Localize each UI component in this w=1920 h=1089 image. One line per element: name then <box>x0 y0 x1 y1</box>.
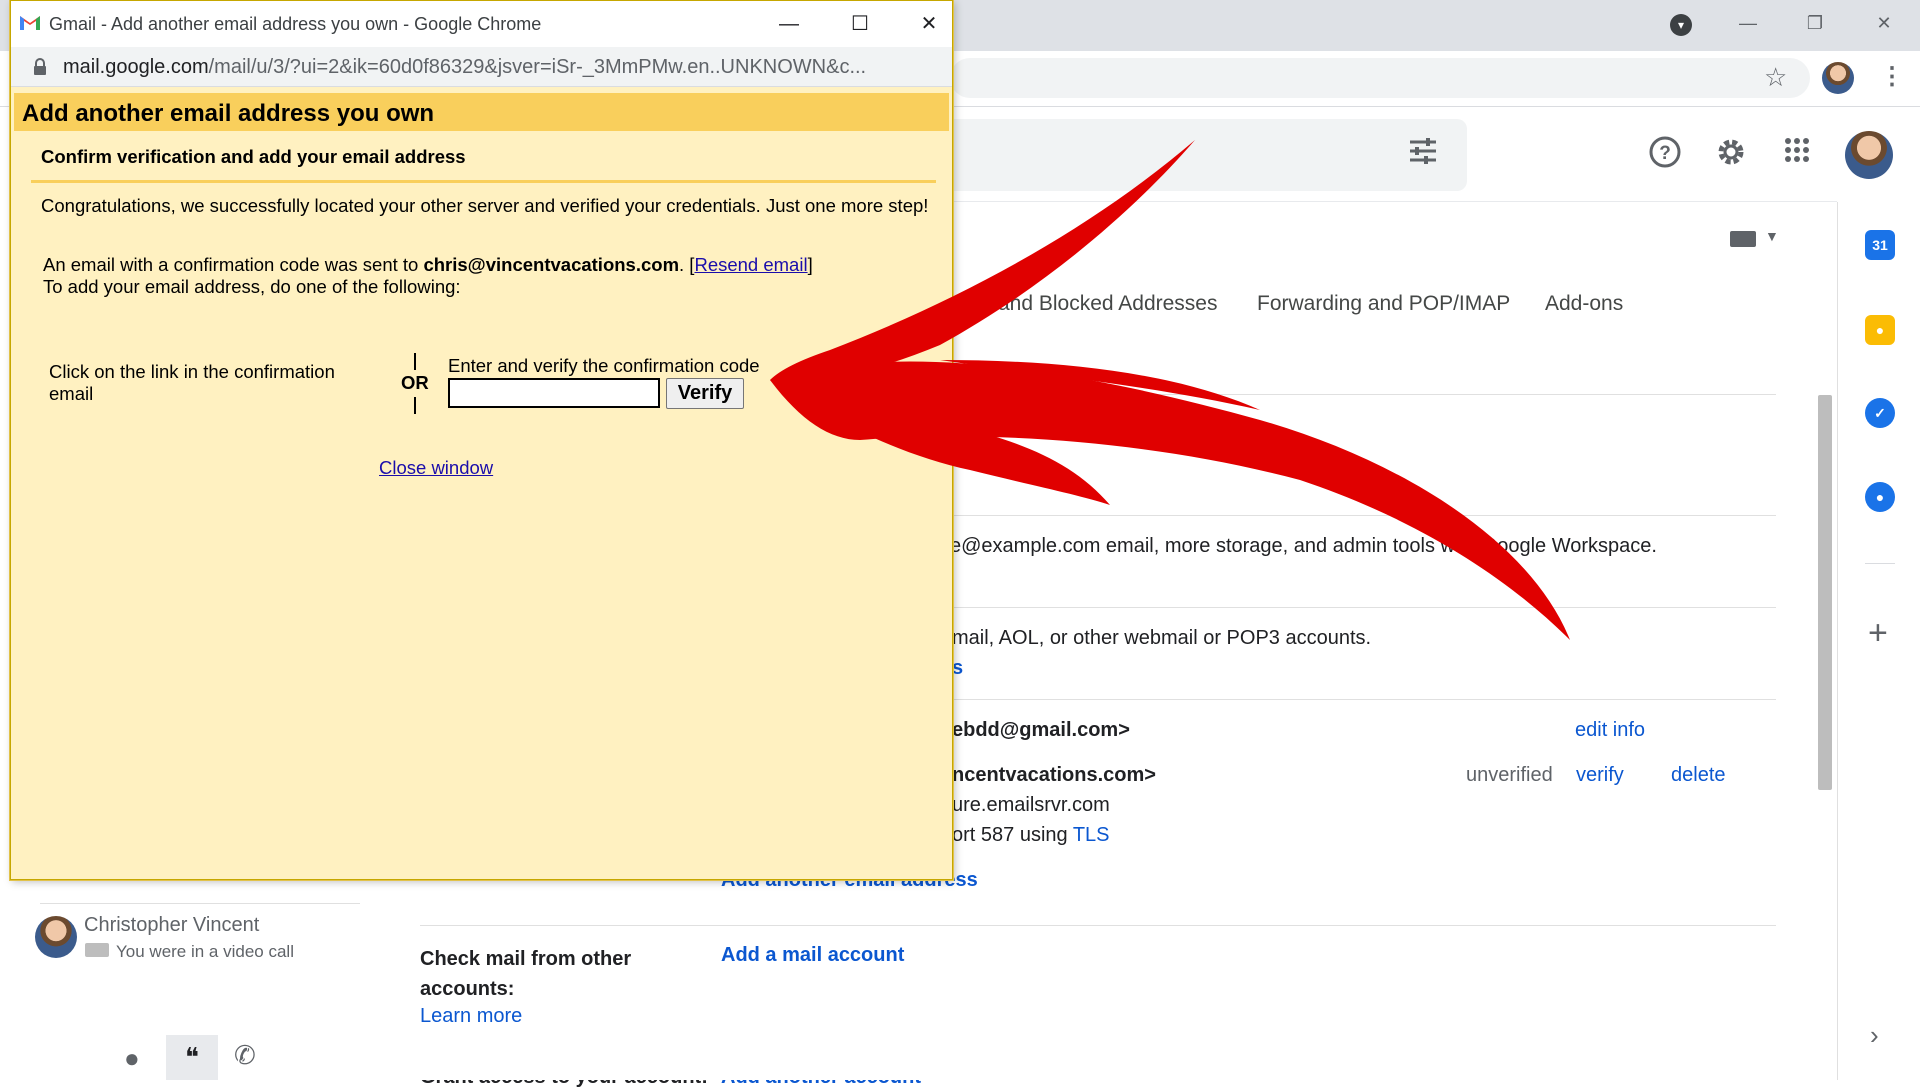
chat-contact-status: You were in a video call <box>116 942 294 961</box>
section-divider <box>420 925 1776 926</box>
edit-info-link[interactable]: edit info <box>1575 719 1645 742</box>
import-link-fragment[interactable]: s <box>952 657 963 680</box>
help-icon[interactable]: ? <box>1645 135 1685 175</box>
option-enter-code-text: Enter and verify the confirmation code <box>448 355 760 376</box>
section-divider <box>950 607 1776 608</box>
tab-dropdown-icon[interactable]: ▾ <box>1670 14 1692 36</box>
sent-email-text: An email with a confirmation code was se… <box>43 254 813 276</box>
section-divider <box>950 515 1776 516</box>
tab-forwarding-pop-imap[interactable]: Forwarding and POP/IMAP <box>1257 292 1510 316</box>
sent-email-address: chris@vincentvacations.com <box>423 254 680 275</box>
expand-panel-chevron-icon[interactable]: › <box>1870 1020 1879 1051</box>
chat-divider <box>40 903 360 904</box>
chrome-menu-icon[interactable]: ⋮ <box>1880 62 1904 91</box>
section-divider <box>950 394 1776 395</box>
bottom-chat-bar <box>0 1035 1920 1080</box>
popup-address-bar[interactable]: mail.google.com/mail/u/3/?ui=2&ik=60d0f8… <box>11 47 952 87</box>
tasks-icon[interactable]: ✓ <box>1865 398 1895 428</box>
sent-close-bracket: ] <box>807 254 813 275</box>
verify-button[interactable]: Verify <box>666 378 744 409</box>
send-as-account-1: ebdd@gmail.com> <box>952 719 1130 741</box>
contacts-side-icon[interactable]: ● <box>1865 482 1895 512</box>
keyboard-dropdown-icon[interactable]: ▼ <box>1765 228 1779 244</box>
settings-gear-icon[interactable] <box>1711 135 1751 175</box>
workspace-upsell-text: e@example.com email, more storage, and a… <box>950 535 1657 557</box>
congrats-text: Congratulations, we successfully located… <box>41 195 929 216</box>
popup-close-icon[interactable]: ✕ <box>906 9 952 39</box>
chat-bubble-icon[interactable]: ❝ <box>166 1035 218 1080</box>
option-click-link-text: Click on the link in the confirmation em… <box>49 361 335 404</box>
popup-heading: Add another email address you own <box>22 100 435 127</box>
delete-link[interactable]: delete <box>1671 764 1726 787</box>
lock-icon <box>33 58 47 76</box>
instructions-text: To add your email address, do one of the… <box>43 276 461 297</box>
url-host: mail.google.com <box>63 56 209 78</box>
smtp-port-prefix: ort 587 using <box>952 824 1073 846</box>
bookmark-star-icon[interactable]: ☆ <box>1764 62 1787 93</box>
unverified-status: unverified <box>1466 764 1553 786</box>
apps-grid-icon[interactable] <box>1777 135 1817 175</box>
confirm-verification-heading: Confirm verification and add your email … <box>41 146 466 167</box>
or-divider-bottom <box>414 397 416 414</box>
popup-header-bar: Add another email address you own <box>14 93 949 131</box>
keep-icon[interactable]: ● <box>1865 315 1895 345</box>
sent-suffix: . [ <box>679 254 695 275</box>
background-address-bar[interactable] <box>950 58 1810 98</box>
phone-icon[interactable]: ✆ <box>234 1040 256 1071</box>
video-call-icon <box>85 943 109 957</box>
verify-link[interactable]: verify <box>1576 764 1624 787</box>
add-email-popup-window: Gmail - Add another email address you ow… <box>10 0 953 880</box>
resend-email-link[interactable]: Resend email <box>694 254 807 275</box>
chat-contact-name[interactable]: Christopher Vincent <box>84 914 259 937</box>
or-label: OR <box>401 372 429 393</box>
close-icon[interactable]: ✕ <box>1864 8 1904 38</box>
link-fragment[interactable]: ns <box>1008 443 1029 466</box>
popup-url-text[interactable]: mail.google.com/mail/u/3/?ui=2&ik=60d0f8… <box>63 56 933 79</box>
popup-titlebar: Gmail - Add another email address you ow… <box>11 1 952 47</box>
tab-filters-blocked[interactable]: and Blocked Addresses <box>998 292 1217 316</box>
add-mail-account-link[interactable]: Add a mail account <box>721 944 904 967</box>
contacts-icon[interactable]: ● <box>124 1043 140 1074</box>
get-addons-plus-icon[interactable]: + <box>1868 614 1888 653</box>
gmail-logo-icon <box>19 14 41 31</box>
check-mail-label: Check mail from other accounts: <box>420 948 632 1000</box>
keyboard-icon[interactable] <box>1730 231 1756 247</box>
close-window-link[interactable]: Close window <box>379 457 493 479</box>
popup-minimize-icon[interactable]: — <box>766 9 812 39</box>
import-mail-text: mail, AOL, or other webmail or POP3 acco… <box>952 627 1372 649</box>
send-as-account-2: ncentvacations.com> <box>952 764 1156 786</box>
popup-maximize-icon[interactable]: ☐ <box>837 9 883 39</box>
header-divider <box>950 201 1837 202</box>
tls-link[interactable]: TLS <box>1073 824 1110 846</box>
calendar-icon[interactable]: 31 <box>1865 230 1895 260</box>
popup-body: Add another email address you own Confir… <box>11 87 952 879</box>
chat-contact-avatar[interactable] <box>35 916 77 958</box>
smtp-server-text: ure.emailsrvr.com <box>952 794 1110 816</box>
side-panel-divider <box>1865 563 1895 564</box>
sent-prefix: An email with a confirmation code was se… <box>43 254 424 275</box>
profile-avatar-small[interactable] <box>1822 62 1854 94</box>
learn-more-link[interactable]: Learn more <box>420 1005 522 1028</box>
confirmation-code-input[interactable] <box>448 378 660 408</box>
url-path: /mail/u/3/?ui=2&ik=60d0f86329&jsver=iSr-… <box>208 56 867 78</box>
smtp-port-text: ort 587 using TLS <box>952 824 1110 847</box>
section-divider <box>950 699 1776 700</box>
restore-icon[interactable]: ❐ <box>1795 8 1835 38</box>
minimize-icon[interactable]: — <box>1728 8 1768 38</box>
svg-text:?: ? <box>1659 143 1671 164</box>
tab-add-ons[interactable]: Add-ons <box>1545 292 1623 316</box>
account-avatar[interactable] <box>1845 131 1893 179</box>
vertical-scrollbar[interactable] <box>1818 395 1832 790</box>
gmail-search-bar[interactable] <box>950 119 1467 191</box>
arrow-shaft-top-streak <box>940 360 1260 410</box>
popup-window-title: Gmail - Add another email address you ow… <box>49 14 542 34</box>
search-options-icon[interactable] <box>1403 135 1443 175</box>
or-divider-top <box>414 353 416 370</box>
heading-rule <box>31 180 936 183</box>
